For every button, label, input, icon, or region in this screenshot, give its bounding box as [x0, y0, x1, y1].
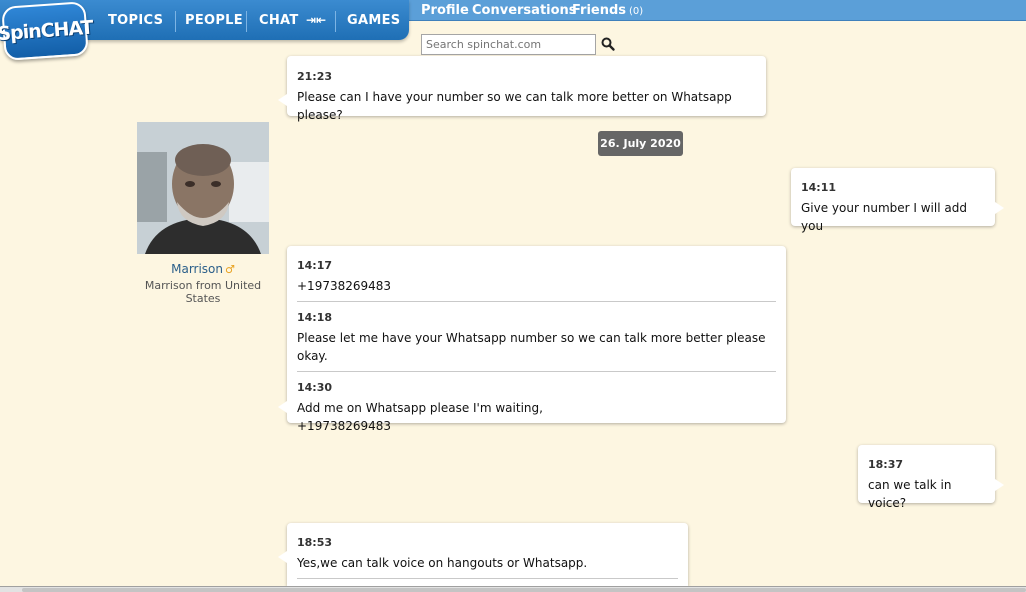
message-time: 14:17 [297, 259, 333, 272]
message: 18:37 can we talk in voice? [868, 445, 985, 518]
search-icon[interactable] [600, 36, 616, 52]
friends-label: Friends [572, 3, 627, 18]
chat-arrows-icon[interactable]: ⇥⇤ [306, 13, 326, 27]
message-time: 18:37 [868, 458, 904, 471]
scrollbar-thumb[interactable] [22, 588, 1026, 592]
message-time: 14:30 [297, 381, 333, 394]
message-text: Add me on Whatsapp please I'm waiting, +… [297, 401, 543, 433]
message-time: 18:53 [297, 536, 333, 549]
nav-games[interactable]: GAMES [347, 13, 400, 28]
nav-divider [246, 11, 247, 32]
message-bubble: 18:53 Yes,we can talk voice on hangouts … [278, 523, 688, 586]
message-text: +19738269483 [297, 279, 392, 293]
logo-text: SpinCHAT [0, 16, 94, 46]
message-time: 14:18 [297, 311, 333, 324]
message: 14:17 +19738269483 [297, 246, 776, 301]
message: 14:30 Add me on Whatsapp please I'm wait… [297, 371, 776, 441]
profile-link[interactable]: Profile [421, 3, 469, 18]
nav-divider [175, 11, 176, 32]
message: 14:18 Please let me have your Whatsapp n… [297, 301, 776, 371]
message-time: 21:23 [297, 70, 333, 83]
message-bubble: 14:17 +19738269483 14:18 Please let me h… [278, 246, 786, 433]
message: 21:23 Please can I have your number so w… [297, 56, 756, 130]
avatar-photo [137, 122, 269, 254]
conversations-link[interactable]: Conversations [472, 3, 577, 18]
profile-name: Marrison [171, 262, 224, 276]
male-icon: ♂ [225, 263, 235, 276]
search-input[interactable] [421, 34, 596, 55]
message-text: Please can I have your number so we can … [297, 90, 732, 122]
nav-people[interactable]: PEOPLE [185, 13, 243, 28]
message-text: Please let me have your Whatsapp number … [297, 331, 766, 363]
message-bubble: 14:11 Give your number I will add you [791, 168, 1004, 233]
message-bubble: 18:37 can we talk in voice? [858, 445, 1004, 510]
friends-count: (0) [629, 6, 644, 17]
message: 18:53 Yes,we can talk voice on hangouts … [297, 523, 678, 579]
date-separator: 26. July 2020 [598, 131, 683, 156]
nav-divider [335, 11, 336, 32]
message-text: Give your number I will add you [801, 201, 967, 233]
message: 14:11 Give your number I will add you [801, 168, 985, 241]
profile-location: Marrison from United States [144, 279, 262, 305]
message-text: Yes,we can talk voice on hangouts or Wha… [297, 556, 588, 570]
friends-link[interactable]: Friends (0) [572, 3, 643, 18]
avatar[interactable] [137, 122, 269, 254]
message-text: can we talk in voice? [868, 478, 952, 510]
message-bubble: .b0::before{} 21:23 Please can I have yo… [278, 56, 766, 122]
message-time: 14:11 [801, 181, 837, 194]
profile-name-link[interactable]: Marrison ♂ [137, 262, 269, 276]
nav-topics[interactable]: TOPICS [108, 13, 163, 28]
nav-chat[interactable]: CHAT [259, 13, 299, 28]
spinchat-logo[interactable]: SpinCHAT [0, 1, 93, 61]
